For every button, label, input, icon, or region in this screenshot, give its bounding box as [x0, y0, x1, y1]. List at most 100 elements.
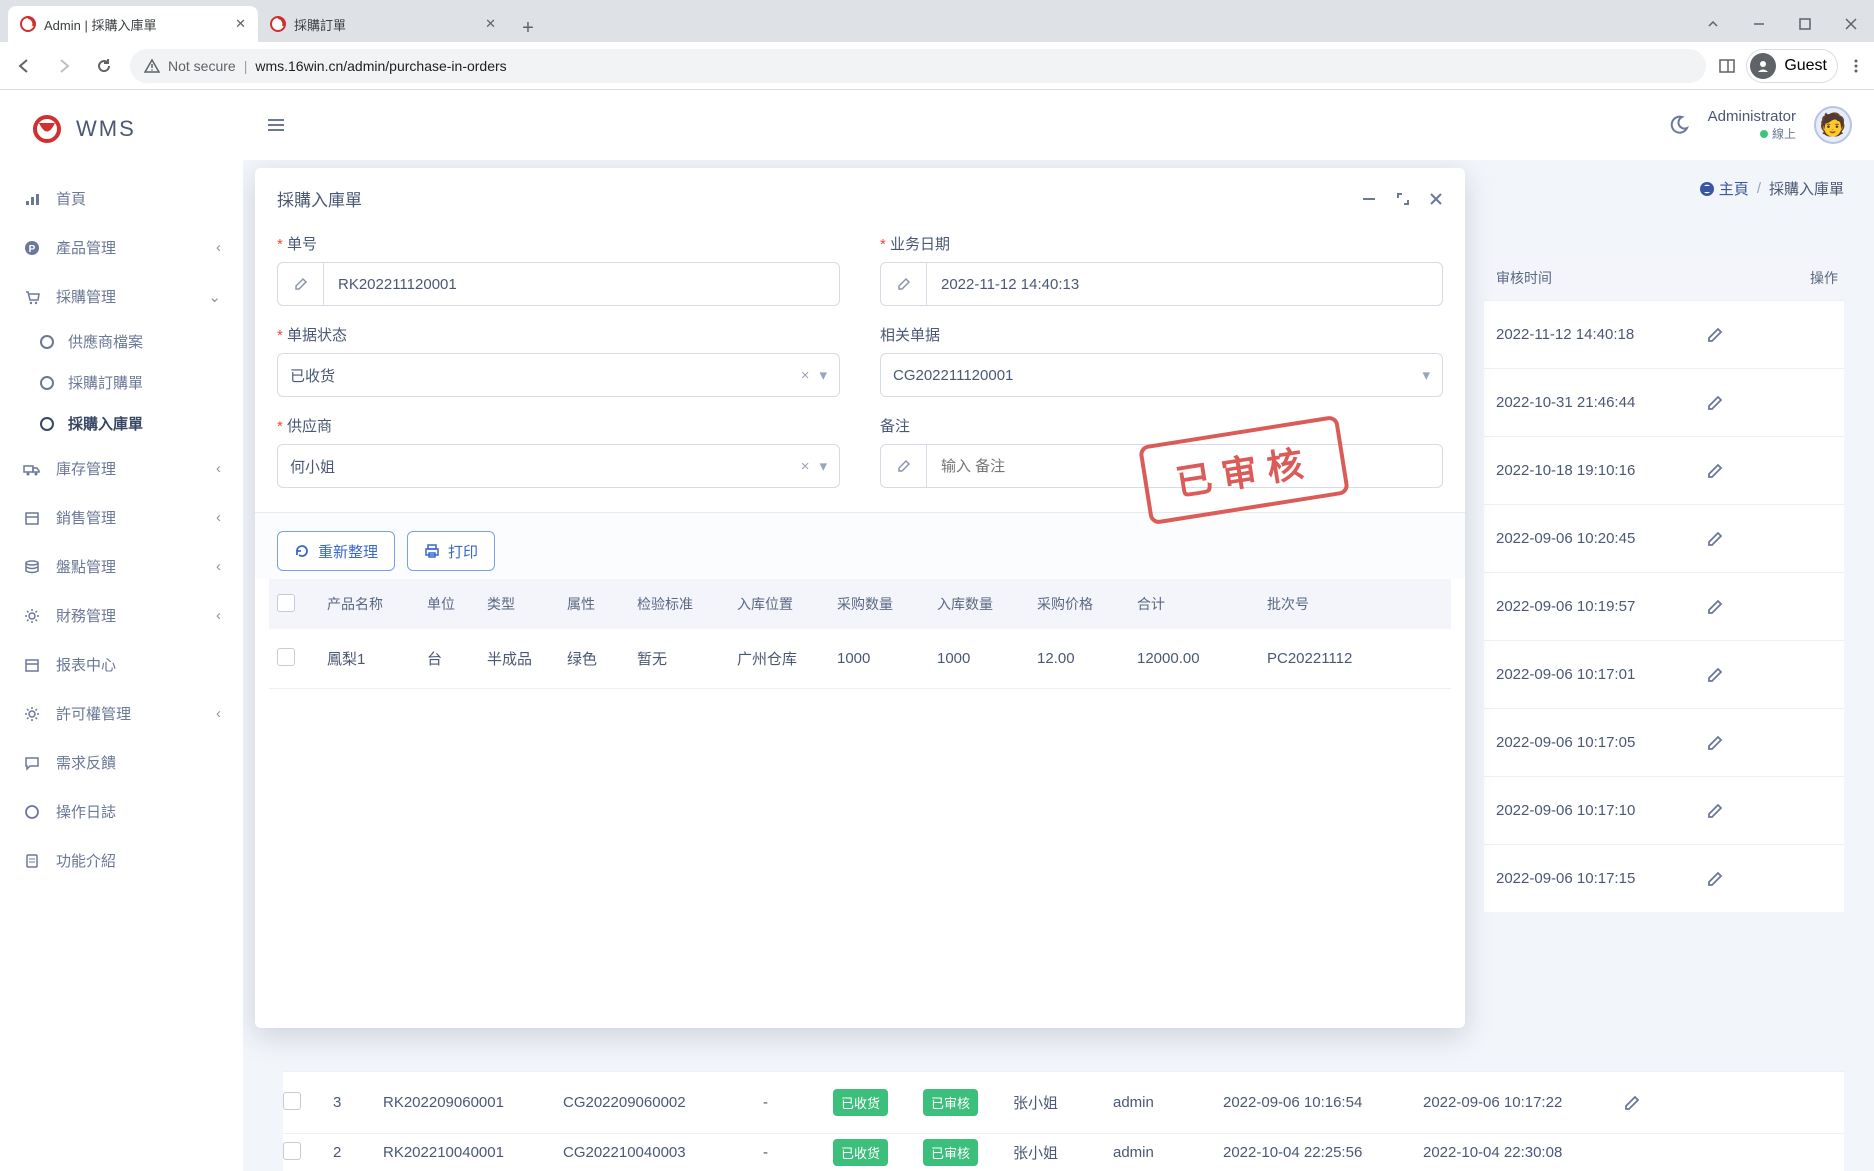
edit-icon[interactable] [1706, 666, 1838, 684]
cell-dash: - [763, 1094, 833, 1111]
cell-qtyin: 1000 [929, 650, 1029, 667]
sidebar-item-feedback[interactable]: 需求反饋 [0, 738, 243, 787]
modal-close-icon[interactable] [1429, 192, 1443, 206]
table-row[interactable]: 2 RK202210040001 CG202210040003 - 已收货 已审… [283, 1133, 1844, 1171]
edit-icon[interactable] [1706, 326, 1838, 344]
sidebar-subitem-po[interactable]: 採購訂購單 [0, 362, 243, 403]
hamburger-icon[interactable] [265, 114, 287, 136]
row-checkbox[interactable] [283, 1142, 301, 1160]
clear-icon[interactable]: × [801, 367, 810, 384]
avatar[interactable]: 🧑 [1814, 106, 1852, 144]
minimize-icon[interactable] [1736, 6, 1782, 42]
biz-date-input[interactable] [880, 262, 1443, 306]
edit-icon[interactable] [1706, 598, 1838, 616]
edit-icon[interactable] [1623, 1094, 1693, 1112]
order-no-value[interactable] [324, 263, 839, 305]
breadcrumb-home[interactable]: 主頁 [1699, 178, 1749, 199]
chevrons-icon[interactable] [1690, 6, 1736, 42]
sidebar-item-featureintro[interactable]: 功能介紹 [0, 836, 243, 885]
main: Administrator 線上 🧑 主頁 / 採購入庫單 审核时间 操作 20… [243, 90, 1874, 1171]
new-tab-button[interactable]: + [514, 14, 542, 42]
label: 单据状态 [277, 324, 840, 345]
user-info[interactable]: Administrator 線上 [1708, 108, 1796, 142]
biz-date-value[interactable] [927, 263, 1442, 305]
caret-down-icon: ▾ [819, 457, 827, 475]
cell-audit-time: 2022-09-06 10:17:15 [1496, 870, 1706, 887]
reload-button[interactable] [90, 52, 118, 80]
sidebar-item-product[interactable]: P產品管理‹ [0, 223, 243, 272]
guest-label: Guest [1784, 57, 1827, 75]
sidebar-item-label: 需求反饋 [56, 752, 116, 773]
sidebar-item-inventory[interactable]: 庫存管理‹ [0, 444, 243, 493]
edit-icon[interactable] [1706, 870, 1838, 888]
person-icon [1750, 53, 1776, 79]
refresh-button[interactable]: 重新整理 [277, 531, 395, 571]
sidebar-item-finance[interactable]: 財務管理‹ [0, 591, 243, 640]
col-batch: 批次号 [1259, 594, 1369, 614]
print-button[interactable]: 打印 [407, 531, 495, 571]
col-actions: 操作 [1706, 268, 1856, 288]
sidebar-item-label: 採購訂購單 [68, 372, 143, 393]
url-input[interactable]: Not secure | wms.16win.cn/admin/purchase… [130, 49, 1706, 83]
col-type: 类型 [479, 594, 559, 614]
bg-table: 审核时间 操作 2022-11-12 14:40:182022-10-31 21… [1484, 256, 1844, 912]
close-icon[interactable] [1828, 6, 1874, 42]
browser-tab-active[interactable]: Admin | 採購入庫單 ✕ [8, 6, 258, 42]
items-table-head: 产品名称 单位 类型 属性 检验标准 入库位置 采购数量 入库数量 采购价格 合… [269, 579, 1451, 629]
cell-qtybuy: 1000 [829, 650, 929, 667]
sidebar-subitem-pi[interactable]: 採購入庫單 [0, 403, 243, 444]
edit-icon[interactable] [1706, 734, 1838, 752]
row-checkbox[interactable] [283, 1092, 301, 1110]
edit-icon[interactable] [1706, 530, 1838, 548]
bg-table-row: 2022-09-06 10:17:10 [1484, 776, 1844, 844]
col-name: 产品名称 [319, 594, 419, 614]
guest-chip[interactable]: Guest [1746, 49, 1838, 83]
status-value: 已收货 [290, 365, 801, 386]
cell-type: 半成品 [479, 648, 559, 669]
edit-icon[interactable] [1706, 462, 1838, 480]
status-select[interactable]: 已收货 × ▾ [277, 353, 840, 397]
sidebar-item-label: 產品管理 [56, 237, 116, 258]
cell-total: 12000.00 [1129, 650, 1259, 667]
edit-icon[interactable] [1706, 802, 1838, 820]
items-row[interactable]: 鳳梨1 台 半成品 绿色 暂无 广州仓库 1000 1000 12.00 120… [269, 629, 1451, 689]
sidebar-item-home[interactable]: 首頁 [0, 174, 243, 223]
cell-attr: 绿色 [559, 648, 629, 669]
chevron-left-icon: ‹ [216, 705, 221, 722]
remark-value[interactable] [927, 445, 1442, 487]
remark-input[interactable] [880, 444, 1443, 488]
cell-name: 鳳梨1 [319, 648, 419, 669]
forward-button[interactable] [50, 52, 78, 80]
supplier-select[interactable]: 何小姐 × ▾ [277, 444, 840, 488]
browser-tab[interactable]: 採購訂單 ✕ [258, 6, 508, 42]
sidebar-item-audit[interactable]: 盤點管理‹ [0, 542, 243, 591]
related-select[interactable]: CG202211120001 ▾ [880, 353, 1443, 397]
table-row[interactable]: 3 RK202209060001 CG202209060002 - 已收货 已审… [283, 1071, 1844, 1133]
sidebar-subitem-supplier[interactable]: 供應商檔案 [0, 321, 243, 362]
sidebar-item-purchase[interactable]: 採購管理⌄ [0, 272, 243, 321]
p-circle-icon: P [22, 238, 42, 258]
maximize-icon[interactable] [1782, 6, 1828, 42]
sidebar-item-sales[interactable]: 銷售管理‹ [0, 493, 243, 542]
select-all-checkbox[interactable] [277, 594, 295, 612]
back-button[interactable] [10, 52, 38, 80]
side-panel-icon[interactable] [1718, 57, 1736, 75]
row-checkbox[interactable] [277, 648, 295, 666]
modal-maximize-icon[interactable] [1395, 191, 1411, 207]
order-no-input[interactable] [277, 262, 840, 306]
menu-icon[interactable] [1848, 58, 1864, 74]
logo[interactable]: WMS [0, 90, 243, 168]
tab-close-icon[interactable]: ✕ [485, 16, 496, 32]
sidebar-item-log[interactable]: 操作日誌 [0, 787, 243, 836]
sidebar-item-permission[interactable]: 許可權管理 ‹ [0, 689, 243, 738]
modal-minimize-icon[interactable] [1361, 191, 1377, 207]
bg-table-row: 2022-09-06 10:17:01 [1484, 640, 1844, 708]
sidebar-item-report[interactable]: 报表中心 [0, 640, 243, 689]
moon-icon[interactable] [1668, 114, 1690, 136]
clear-icon[interactable]: × [801, 458, 810, 475]
sidebar-item-label: 許可權管理 [56, 703, 131, 724]
tab-close-icon[interactable]: ✕ [235, 16, 246, 32]
caret-down-icon: ▾ [819, 366, 827, 384]
edit-icon[interactable] [1706, 394, 1838, 412]
modal-items-table: 产品名称 单位 类型 属性 检验标准 入库位置 采购数量 入库数量 采购价格 合… [269, 579, 1451, 689]
